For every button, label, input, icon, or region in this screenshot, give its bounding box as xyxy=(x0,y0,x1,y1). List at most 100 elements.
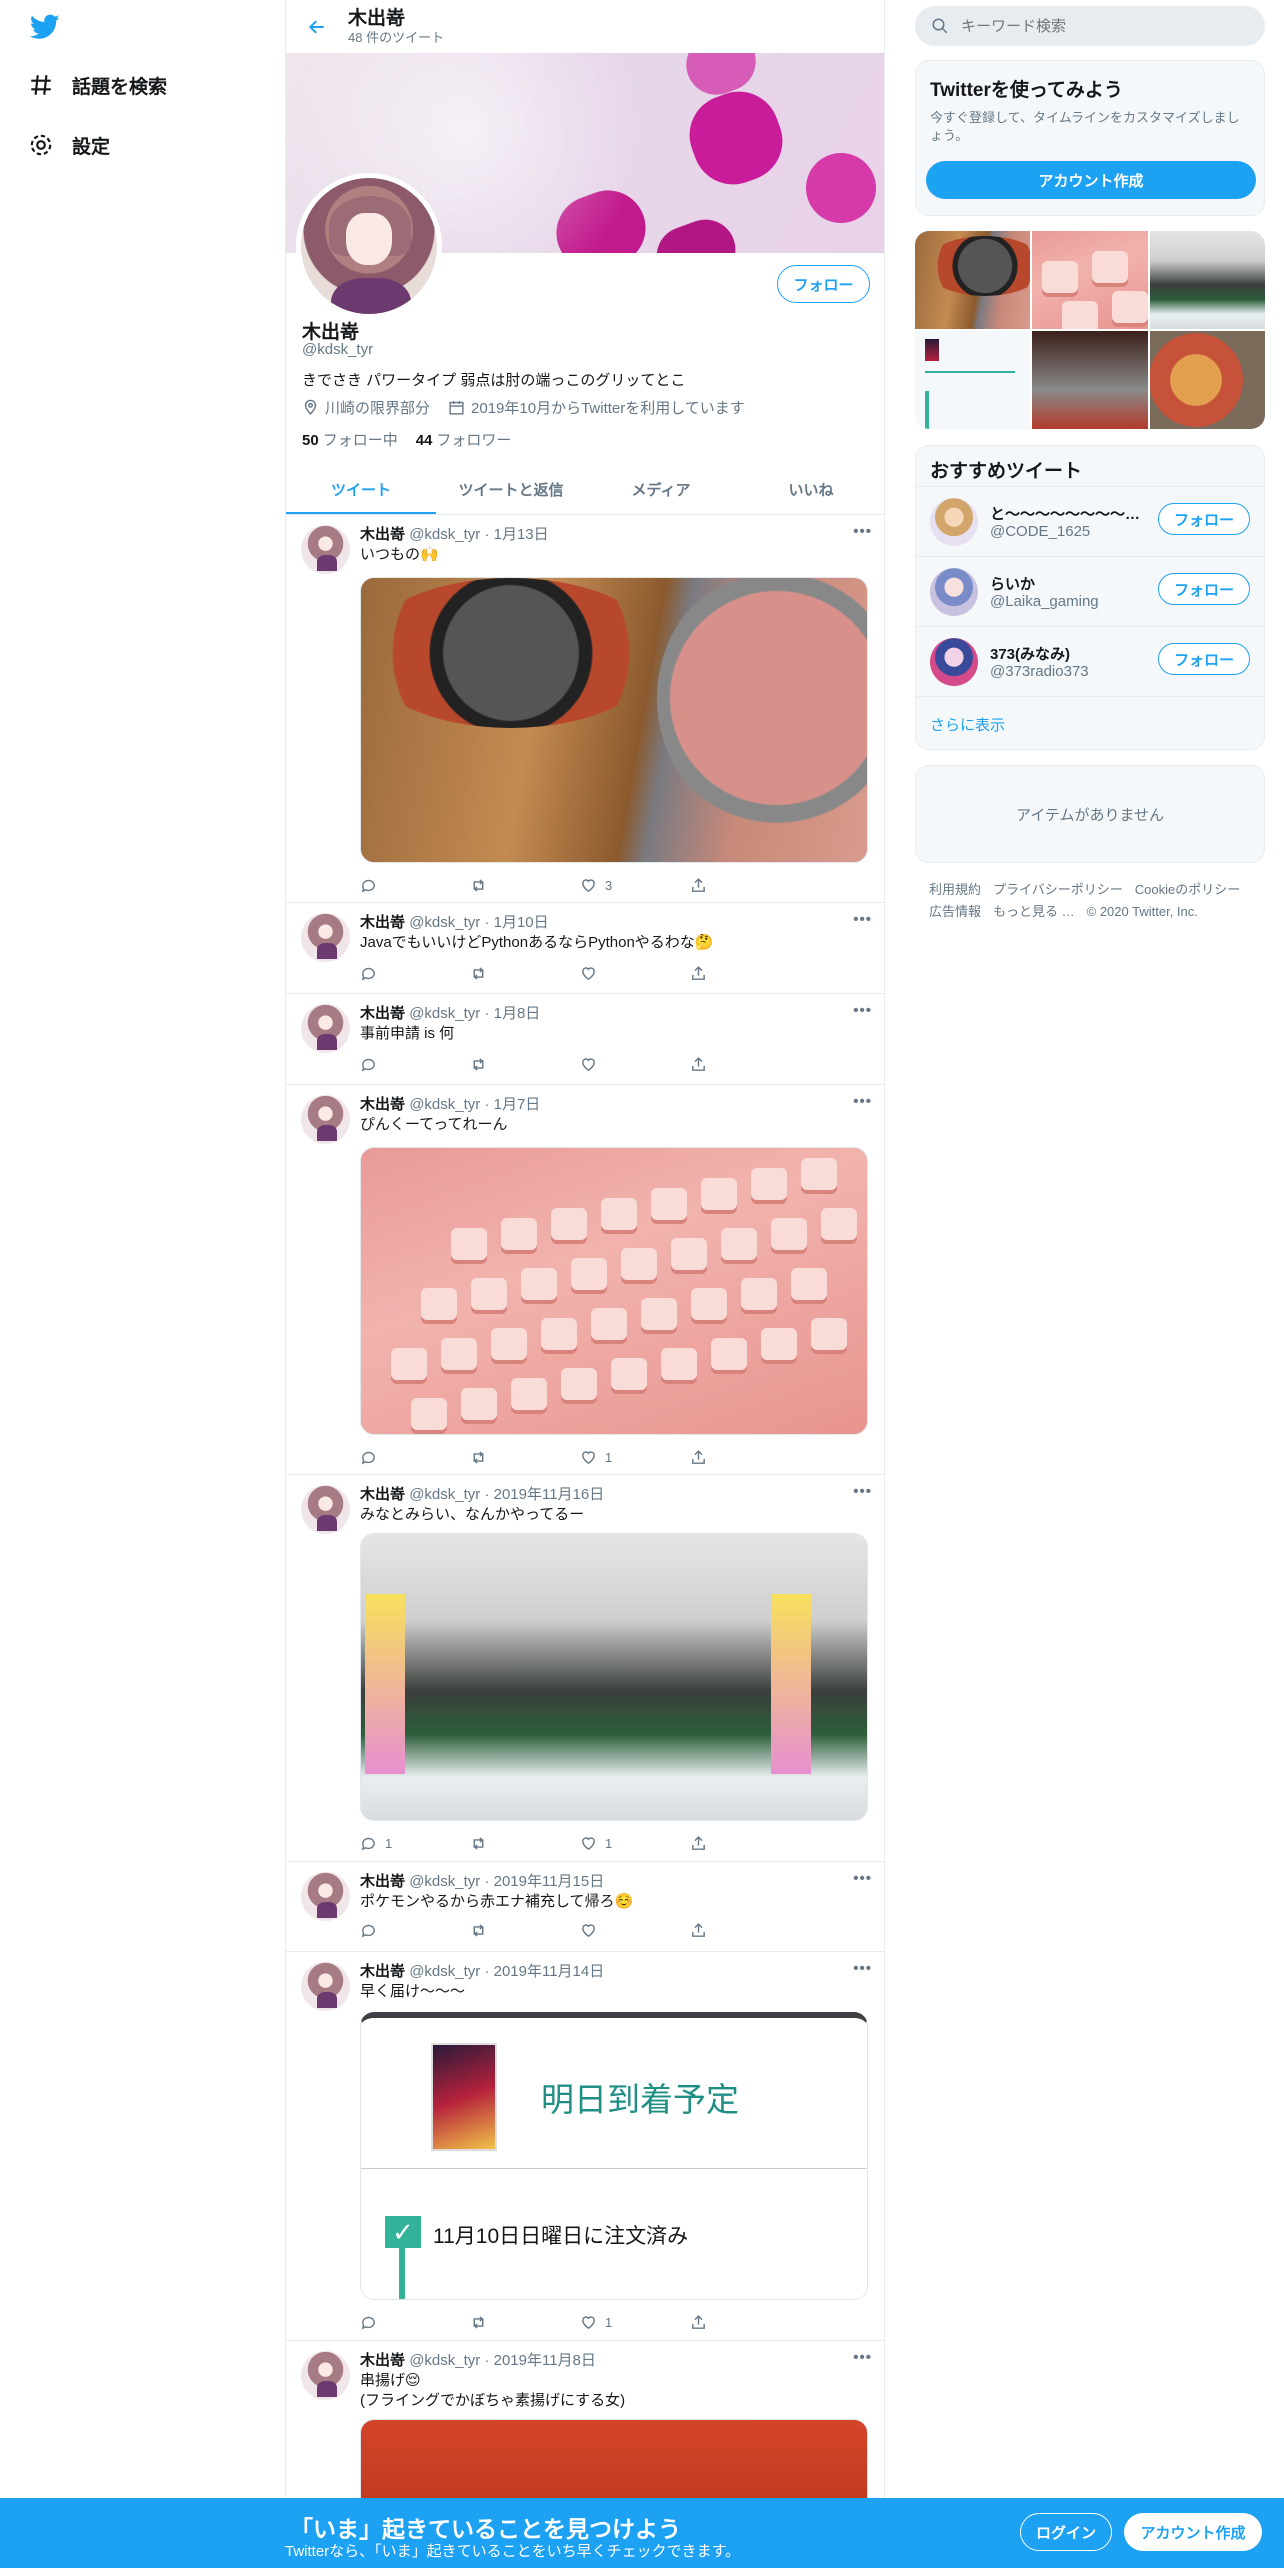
tweet-date[interactable]: 2019年11月8日 xyxy=(494,2352,596,2369)
footer-link-cookies[interactable]: Cookieのポリシー xyxy=(1135,879,1240,901)
tab-tweets-and-replies[interactable]: ツイートと返信 xyxy=(436,465,586,514)
avatar[interactable] xyxy=(930,498,978,546)
tweet-photo[interactable] xyxy=(360,1147,868,1435)
tweet-author-name[interactable]: 木出嵜 xyxy=(360,1873,405,1890)
tab-tweets[interactable]: ツイート xyxy=(286,465,436,514)
signup-button[interactable]: アカウント作成 xyxy=(1124,2513,1262,2551)
tweet-avatar[interactable] xyxy=(301,525,350,574)
retweet-button[interactable] xyxy=(470,1920,580,1940)
share-button[interactable] xyxy=(690,1833,800,1853)
tweet-photo[interactable]: 明日到着予定 ✓ 11月10日日曜日に注文済み xyxy=(360,2012,868,2300)
following-link[interactable]: 50 フォロー中 xyxy=(302,429,398,450)
tweet-photo[interactable] xyxy=(360,1533,868,1821)
tweet-avatar[interactable] xyxy=(301,1962,350,2011)
tweet-date[interactable]: 1月13日 xyxy=(494,526,549,543)
tweet-author-name[interactable]: 木出嵜 xyxy=(360,1096,405,1113)
tweet-avatar[interactable] xyxy=(301,1004,350,1053)
media-thumb[interactable] xyxy=(915,231,1031,329)
tab-likes[interactable]: いいね xyxy=(736,465,884,514)
login-button[interactable]: ログイン xyxy=(1020,2513,1112,2551)
tweet-author-name[interactable]: 木出嵜 xyxy=(360,1486,405,1503)
media-thumb[interactable] xyxy=(1149,231,1265,329)
tweet-avatar[interactable] xyxy=(301,1095,350,1144)
followers-link[interactable]: 44 フォロワー xyxy=(416,429,512,450)
more-icon[interactable]: ••• xyxy=(853,1870,872,1887)
tweet-author-name[interactable]: 木出嵜 xyxy=(360,1005,405,1022)
tweet-author-name[interactable]: 木出嵜 xyxy=(360,914,405,931)
avatar[interactable] xyxy=(930,568,978,616)
more-icon[interactable]: ••• xyxy=(853,1093,872,1110)
media-thumb[interactable] xyxy=(1149,331,1265,429)
reply-button[interactable]: 1 xyxy=(360,1833,470,1853)
like-button[interactable] xyxy=(580,1920,690,1940)
tweet-date[interactable]: 2019年11月15日 xyxy=(494,1873,605,1890)
tweet-author-name[interactable]: 木出嵜 xyxy=(360,526,405,543)
footer-link-more[interactable]: もっと見る … xyxy=(993,901,1075,923)
signup-card-button[interactable]: アカウント作成 xyxy=(926,161,1256,199)
tab-media[interactable]: メディア xyxy=(586,465,736,514)
tweet-date[interactable]: 1月10日 xyxy=(494,914,549,931)
like-button[interactable]: 1 xyxy=(580,1447,690,1467)
retweet-button[interactable] xyxy=(470,875,580,895)
tweet[interactable]: 木出嵜 @kdsk_tyr · 2019年11月15日 ••• ポケモンやるから… xyxy=(286,1862,884,1952)
tweet-avatar[interactable] xyxy=(301,1485,350,1534)
retweet-button[interactable] xyxy=(470,1833,580,1853)
nav-settings[interactable]: 設定 xyxy=(28,125,110,165)
recommend-user[interactable]: と〜〜〜〜〜〜〜〜〜〜〜 @CODE_1625 フォロー xyxy=(916,486,1264,556)
recommend-follow-button[interactable]: フォロー xyxy=(1158,643,1250,675)
twitter-logo-icon[interactable] xyxy=(30,14,60,40)
like-button[interactable]: 1 xyxy=(580,2312,690,2332)
like-button[interactable]: 3 xyxy=(580,875,690,895)
footer-link-privacy[interactable]: プライバシーポリシー xyxy=(993,879,1123,901)
tweet[interactable]: 木出嵜 @kdsk_tyr · 2019年11月14日 ••• 早く届け～～～ … xyxy=(286,1952,884,2341)
avatar[interactable] xyxy=(930,638,978,686)
search-input[interactable] xyxy=(961,17,1241,35)
share-button[interactable] xyxy=(690,1920,800,1940)
like-button[interactable] xyxy=(580,963,690,983)
share-button[interactable] xyxy=(690,875,800,895)
media-thumb[interactable] xyxy=(1032,231,1148,329)
share-button[interactable] xyxy=(690,1447,800,1467)
retweet-button[interactable] xyxy=(470,1054,580,1074)
reply-button[interactable] xyxy=(360,1447,470,1467)
more-icon[interactable]: ••• xyxy=(853,1002,872,1019)
nav-explore[interactable]: 話題を検索 xyxy=(28,65,167,105)
profile-avatar[interactable] xyxy=(296,173,442,319)
back-button[interactable] xyxy=(302,12,332,42)
like-button[interactable]: 1 xyxy=(580,1833,690,1853)
tweet-date[interactable]: 1月8日 xyxy=(494,1005,541,1022)
more-icon[interactable]: ••• xyxy=(853,2349,872,2366)
more-icon[interactable]: ••• xyxy=(853,1483,872,1500)
reply-button[interactable] xyxy=(360,963,470,983)
recommend-user[interactable]: 373(みなみ) @373radio373 フォロー xyxy=(916,626,1264,696)
retweet-button[interactable] xyxy=(470,2312,580,2332)
more-icon[interactable]: ••• xyxy=(853,1960,872,1977)
footer-link-terms[interactable]: 利用規約 xyxy=(929,879,981,901)
more-icon[interactable]: ••• xyxy=(853,523,872,540)
tweet[interactable]: 木出嵜 @kdsk_tyr · 1月8日 ••• 事前申請 is 何 xyxy=(286,994,884,1085)
recommend-user[interactable]: らいか @Laika_gaming フォロー xyxy=(916,556,1264,626)
share-button[interactable] xyxy=(690,1054,800,1074)
follow-button[interactable]: フォロー xyxy=(777,265,870,303)
tweet[interactable]: 木出嵜 @kdsk_tyr · 1月13日 ••• いつもの🙌 3 xyxy=(286,515,884,903)
tweet[interactable]: 木出嵜 @kdsk_tyr · 1月10日 ••• JavaでもいいけどPyth… xyxy=(286,903,884,994)
footer-link-ads[interactable]: 広告情報 xyxy=(929,901,981,923)
more-icon[interactable]: ••• xyxy=(853,911,872,928)
tweet-date[interactable]: 2019年11月14日 xyxy=(494,1963,605,1980)
reply-button[interactable] xyxy=(360,1920,470,1940)
tweet-avatar[interactable] xyxy=(301,913,350,962)
retweet-button[interactable] xyxy=(470,963,580,983)
share-button[interactable] xyxy=(690,2312,800,2332)
tweet-avatar[interactable] xyxy=(301,2351,350,2400)
reply-button[interactable] xyxy=(360,875,470,895)
tweet-date[interactable]: 1月7日 xyxy=(494,1096,541,1113)
reply-button[interactable] xyxy=(360,1054,470,1074)
tweet-photo[interactable] xyxy=(360,577,868,863)
tweet[interactable]: 木出嵜 @kdsk_tyr · 2019年11月16日 ••• みなとみらい、な… xyxy=(286,1475,884,1862)
search-box[interactable] xyxy=(915,6,1265,46)
retweet-button[interactable] xyxy=(470,1447,580,1467)
recommend-follow-button[interactable]: フォロー xyxy=(1158,503,1250,535)
tweet-avatar[interactable] xyxy=(301,1872,350,1921)
like-button[interactable] xyxy=(580,1054,690,1074)
recommend-follow-button[interactable]: フォロー xyxy=(1158,573,1250,605)
